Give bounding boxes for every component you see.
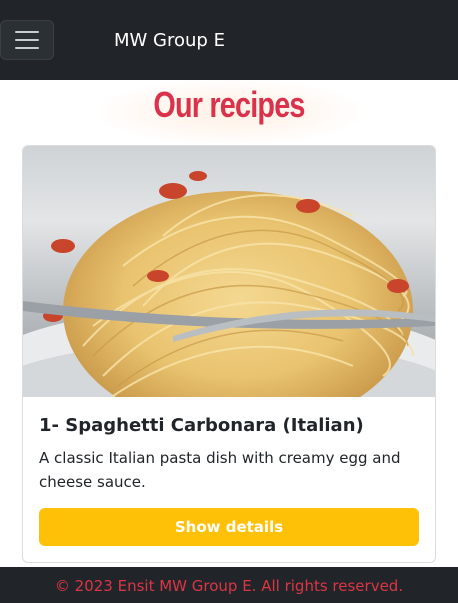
footer-copyright: © 2023 Ensit MW Group E. All rights rese… bbox=[54, 577, 404, 595]
recipe-title: 1- Spaghetti Carbonara (Italian) bbox=[39, 415, 364, 436]
top-navbar: MW Group E bbox=[0, 0, 458, 80]
recipe-image bbox=[23, 146, 435, 397]
navbar-brand-link[interactable]: MW Group E bbox=[114, 30, 225, 52]
hamburger-menu-icon-bar bbox=[15, 47, 39, 49]
page-footer: © 2023 Ensit MW Group E. All rights rese… bbox=[0, 567, 458, 603]
show-details-button[interactable]: Show details bbox=[39, 508, 419, 546]
hamburger-menu-icon bbox=[15, 31, 39, 33]
recipe-card: 1- Spaghetti Carbonara (Italian) A class… bbox=[22, 145, 436, 563]
hamburger-menu-icon-bar bbox=[15, 39, 39, 41]
navbar-toggler-button[interactable] bbox=[0, 20, 54, 60]
spaghetti-carbonara-photo bbox=[23, 171, 435, 397]
page-title: Our recipes bbox=[153, 84, 305, 125]
recipe-description: A classic Italian pasta dish with creamy… bbox=[39, 449, 401, 491]
